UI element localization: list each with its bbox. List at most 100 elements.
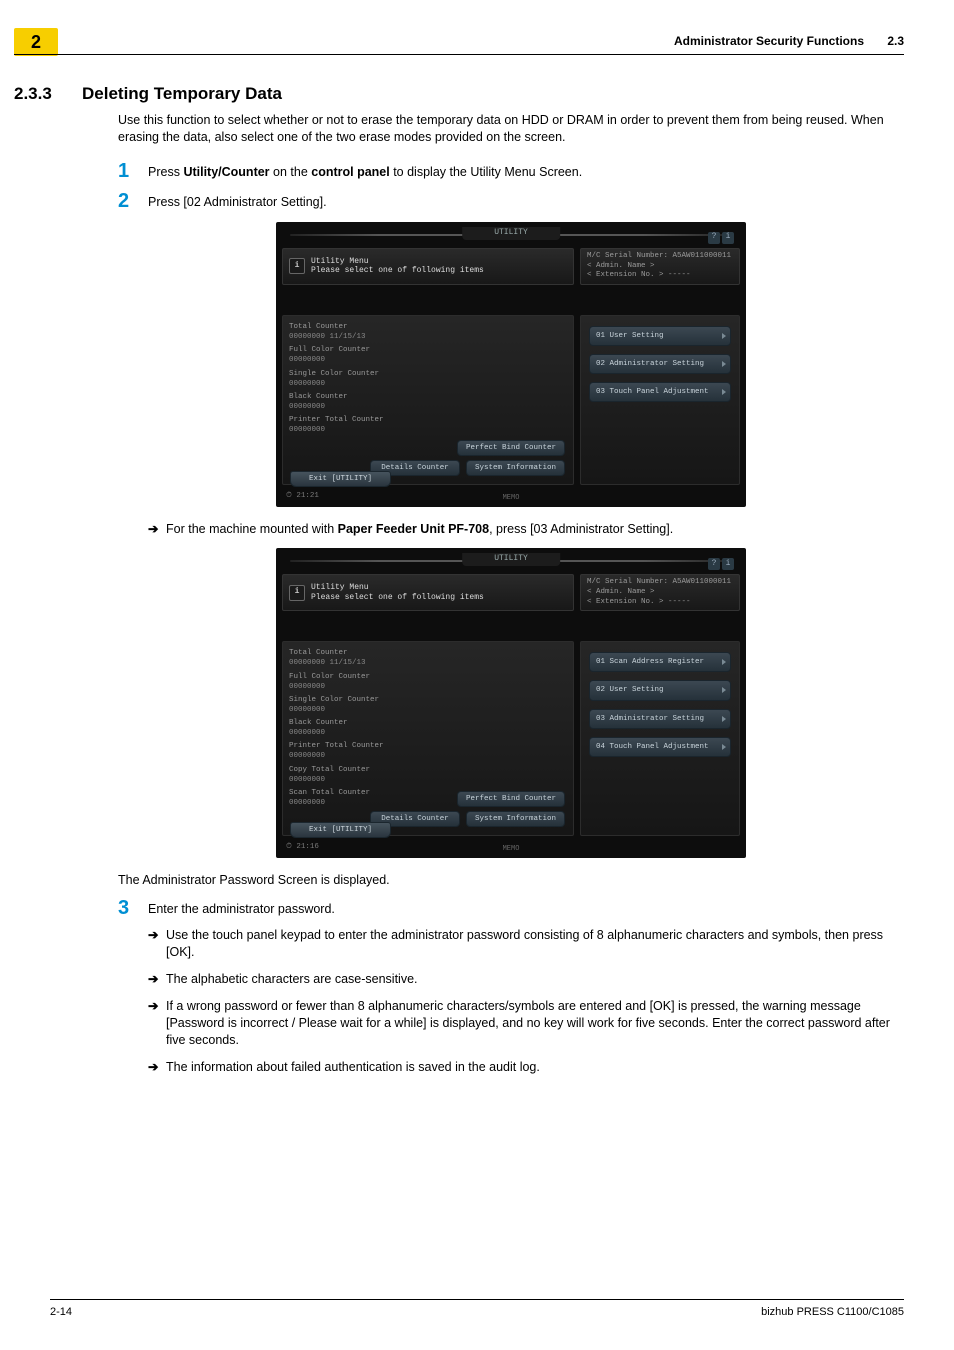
counter-line: 00000000 11/15/13	[289, 658, 567, 668]
arrow-icon: ➔	[148, 1059, 166, 1076]
menu-button[interactable]: 02 User Setting	[589, 680, 731, 700]
bullet-text: The information about failed authenticat…	[166, 1059, 904, 1076]
arrow-icon: ➔	[148, 927, 166, 944]
body-content: Use this function to select whether or n…	[118, 112, 904, 1085]
system-information-button[interactable]: System Information	[466, 460, 565, 476]
menu-list-2: 01 Scan Address Register 02 User Setting 0…	[580, 641, 740, 836]
header-rule	[14, 54, 904, 55]
s2a-pre: For the machine mounted with	[166, 522, 338, 536]
help-icon-2[interactable]: ?	[708, 558, 720, 570]
footer-model: bizhub PRESS C1100/C1085	[761, 1306, 904, 1318]
menu-button[interactable]: 02 Administrator Setting	[589, 354, 731, 374]
info-box-icon-2: i	[289, 585, 305, 601]
counter-line: 00000000	[289, 775, 567, 785]
menu-list-1: 01 User Setting 02 Administrator Setting 0…	[580, 315, 740, 485]
serial-number: M/C Serial Number: A5AW011000011	[587, 252, 733, 262]
header-title: Administrator Security Functions	[674, 34, 864, 48]
intro-paragraph: Use this function to select whether or n…	[118, 112, 904, 146]
step-number-3: 3	[118, 897, 148, 919]
counter-line: 00000000	[289, 425, 567, 435]
utility-menu-subtitle-2: Please select one of following items	[311, 593, 484, 603]
menu-button[interactable]: 03 Touch Panel Adjustment	[589, 382, 731, 402]
arrow-icon: ➔	[148, 971, 166, 988]
counter-line: Black Counter	[289, 718, 567, 728]
clock-2: ⏱ 21:16	[286, 842, 319, 852]
serial-number-2: M/C Serial Number: A5AW011000011	[587, 578, 733, 588]
device-screenshot-1: UTILITY ? i i Utility Menu Please select…	[276, 222, 746, 507]
s1-mid: on the	[270, 165, 312, 179]
counter-line: Printer Total Counter	[289, 415, 567, 425]
counter-line: Copy Total Counter	[289, 765, 567, 775]
step-3: 3 Enter the administrator password.	[118, 897, 904, 919]
utility-menu-title-2: Utility Menu	[311, 583, 484, 593]
step-number-2: 2	[118, 190, 148, 212]
chapter-tab: 2	[14, 28, 58, 56]
step-3-bullet: ➔Use the touch panel keypad to enter the…	[148, 927, 904, 961]
arrow-icon: ➔	[148, 521, 166, 538]
arrow-icon: ➔	[148, 998, 166, 1015]
perfect-bind-counter-button-2[interactable]: Perfect Bind Counter	[457, 791, 565, 807]
section-title: Deleting Temporary Data	[82, 84, 282, 104]
counter-line: Full Color Counter	[289, 672, 567, 682]
utility-menu-title: Utility Menu	[311, 257, 484, 267]
counter-line: 00000000 11/15/13	[289, 332, 567, 342]
s1-b2: control panel	[311, 165, 389, 179]
counter-line: Black Counter	[289, 392, 567, 402]
counter-line: 00000000	[289, 379, 567, 389]
exit-utility-button[interactable]: Exit [UTILITY]	[290, 471, 391, 487]
step-1: 1 Press Utility/Counter on the control p…	[118, 160, 904, 182]
extension-no: < Extension No. > -----	[587, 271, 733, 281]
info-box-icon: i	[289, 258, 305, 274]
step-2: 2 Press [02 Administrator Setting].	[118, 190, 904, 212]
screenshot-2-wrap: UTILITY ? i i Utility Menu Please select…	[118, 548, 904, 858]
extension-no-2: < Extension No. > -----	[587, 598, 733, 608]
counter-line: 00000000	[289, 355, 567, 365]
step-3-bullet: ➔If a wrong password or fewer than 8 alp…	[148, 998, 904, 1049]
system-information-button-2[interactable]: System Information	[466, 811, 565, 827]
admin-name-2: < Admin. Name >	[587, 588, 733, 598]
counter-line: 00000000	[289, 728, 567, 738]
menu-button[interactable]: 01 Scan Address Register	[589, 652, 731, 672]
menu-button[interactable]: 01 User Setting	[589, 326, 731, 346]
s2a-b: Paper Feeder Unit PF-708	[338, 522, 489, 536]
utility-tab[interactable]: UTILITY	[462, 227, 560, 240]
counter-line: Full Color Counter	[289, 345, 567, 355]
step-2-arrow: ➔ For the machine mounted with Paper Fee…	[148, 521, 904, 538]
s1-post: to display the Utility Menu Screen.	[390, 165, 582, 179]
info-icon[interactable]: i	[722, 232, 734, 244]
s1-pre: Press	[148, 165, 183, 179]
menu-button[interactable]: 04 Touch Panel Adjustment	[589, 737, 731, 757]
exit-utility-button-2[interactable]: Exit [UTILITY]	[290, 822, 391, 838]
perfect-bind-counter-button[interactable]: Perfect Bind Counter	[457, 440, 565, 456]
counter-line: Printer Total Counter	[289, 741, 567, 751]
s1-b1: Utility/Counter	[183, 165, 269, 179]
help-icon[interactable]: ?	[708, 232, 720, 244]
memo-label-2: MEMO	[503, 845, 520, 854]
memo-label-1: MEMO	[503, 494, 520, 503]
menu-button[interactable]: 03 Administrator Setting	[589, 709, 731, 729]
footer-page-number: 2-14	[50, 1306, 72, 1318]
utility-menu-subtitle: Please select one of following items	[311, 266, 484, 276]
counter-line: Total Counter	[289, 648, 567, 658]
step-1-text: Press Utility/Counter on the control pan…	[148, 160, 904, 181]
device-screenshot-2: UTILITY ? i i Utility Menu Please select…	[276, 548, 746, 858]
s2a-post: , press [03 Administrator Setting].	[489, 522, 673, 536]
section-number: 2.3.3	[14, 84, 52, 104]
info-icon-2[interactable]: i	[722, 558, 734, 570]
counter-line: 00000000	[289, 682, 567, 692]
counter-line: 00000000	[289, 402, 567, 412]
step-3-text: Enter the administrator password.	[148, 897, 904, 918]
counter-line: Single Color Counter	[289, 695, 567, 705]
step-3-bullet: ➔The alphabetic characters are case-sens…	[148, 971, 904, 988]
screenshot-1-wrap: UTILITY ? i i Utility Menu Please select…	[118, 222, 904, 507]
step-2-text: Press [02 Administrator Setting].	[148, 190, 904, 211]
clock-1: ⏱ 21:21	[286, 491, 319, 501]
utility-tab-2[interactable]: UTILITY	[462, 553, 560, 566]
header-section: 2.3	[887, 34, 904, 48]
counter-line: Total Counter	[289, 322, 567, 332]
step-3-bullet: ➔The information about failed authentica…	[148, 1059, 904, 1076]
counter-list-2: Total Counter00000000 11/15/13 Full Color…	[289, 648, 567, 808]
counter-line: Single Color Counter	[289, 369, 567, 379]
step-number-1: 1	[118, 160, 148, 182]
counter-line: 00000000	[289, 751, 567, 761]
